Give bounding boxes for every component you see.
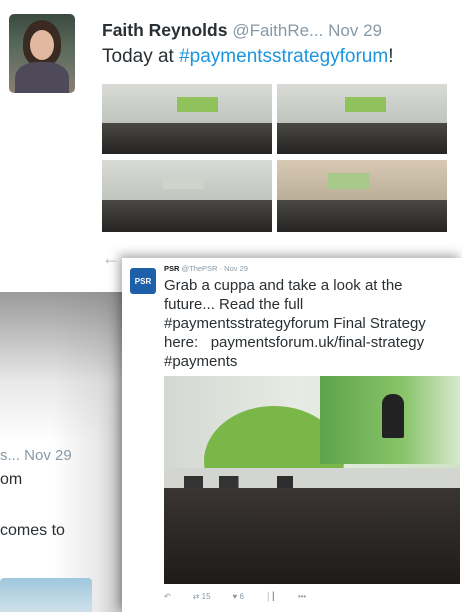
tweet-photo-2[interactable] <box>277 84 447 154</box>
like-count: 6 <box>239 592 244 601</box>
photo-crowd <box>102 199 272 232</box>
hashtag-link[interactable]: #paymentsstrategyforum <box>164 315 329 332</box>
header-separator: · <box>219 264 223 273</box>
tweet-text-line4: here: paymentsforum.uk/final-strategy <box>164 333 460 352</box>
tweet-photo[interactable] <box>164 376 460 584</box>
photo-inset-screen <box>320 376 460 464</box>
tweet-text: Today at #paymentsstrategyforum! <box>102 46 393 68</box>
tweet-actions: ← <box>102 248 120 269</box>
author-handle[interactable]: @FaithRe... <box>232 21 323 40</box>
photo-crowd <box>277 199 447 232</box>
retweet-icon: ⇄ <box>192 592 200 601</box>
reply-icon[interactable]: ↶ <box>164 592 171 601</box>
tweet-partial-media[interactable] <box>0 578 92 612</box>
avatar[interactable]: PSR <box>130 268 156 294</box>
tweet-actions: ↶ ⇄ 15 ♥ 6 │┃ ••• <box>164 592 306 601</box>
hashtag-link[interactable]: #payments <box>164 353 237 370</box>
tweet-date[interactable]: Nov 29 <box>328 21 382 40</box>
avatar[interactable] <box>9 14 75 93</box>
tweet-text: Grab a cuppa and take a look at the futu… <box>164 276 460 371</box>
tweet-partial-header: s... Nov 29 <box>0 447 72 464</box>
photo-crowd <box>164 488 460 584</box>
tweet-photo-4[interactable] <box>277 160 447 232</box>
like-action[interactable]: ♥ 6 <box>233 592 244 601</box>
tweet-text-line4-prefix: here: <box>164 334 211 351</box>
photo-screen <box>163 172 204 189</box>
photo-screen <box>345 96 386 112</box>
photo-crowd <box>277 122 447 154</box>
tweet-photo-1[interactable] <box>102 84 272 154</box>
tweet-text-line3-suffix: Final Strategy <box>329 315 426 332</box>
tweet-date[interactable]: Nov 29 <box>224 264 248 273</box>
analytics-icon[interactable]: │┃ <box>266 592 276 601</box>
tweet-partial-text-line2: comes to <box>0 522 65 539</box>
tweet-text-line1: Grab a cuppa and take a look at the <box>164 277 403 294</box>
tweet-partial-text-line1: om <box>0 471 23 488</box>
tweet-faith-reynolds[interactable]: Faith Reynolds @FaithRe... Nov 29 Today … <box>0 0 462 270</box>
photo-crowd <box>102 122 272 154</box>
tweet-text-prefix: Today at <box>102 46 180 67</box>
tweet-text-suffix: ! <box>388 46 394 67</box>
retweet-count: 15 <box>201 592 211 601</box>
photo-speaker <box>382 394 404 438</box>
reply-icon[interactable]: ← <box>102 248 120 268</box>
url-link[interactable]: paymentsforum.uk/final-strategy <box>211 334 424 351</box>
author-handle[interactable]: @ThePSR <box>182 264 218 273</box>
avatar-body <box>15 62 69 93</box>
retweet-action[interactable]: ⇄ 15 <box>193 592 211 601</box>
more-icon[interactable]: ••• <box>298 592 306 601</box>
fade-overlay <box>0 292 130 442</box>
heart-icon: ♥ <box>232 592 238 601</box>
tweet-text-line2: future... Read the full <box>164 296 304 313</box>
author-name[interactable]: PSR <box>164 264 179 273</box>
photo-screen <box>176 96 218 112</box>
tweet-text-line3: #paymentsstrategyforum Final Strategy <box>164 314 460 333</box>
hashtag-link[interactable]: #paymentsstrategyforum <box>179 46 388 67</box>
tweet-header: Faith Reynolds @FaithRe... Nov 29 <box>102 20 462 41</box>
photo-screen <box>328 172 369 189</box>
tweet-header: PSR @ThePSR · Nov 29 <box>164 264 248 273</box>
avatar-face <box>30 30 54 60</box>
author-name[interactable]: Faith Reynolds <box>102 20 227 40</box>
tweet-psr[interactable]: PSR PSR @ThePSR · Nov 29 Grab a cuppa an… <box>122 258 462 612</box>
tweet-text-line5: #payments <box>164 352 460 371</box>
tweet-photo-3[interactable] <box>102 160 272 232</box>
